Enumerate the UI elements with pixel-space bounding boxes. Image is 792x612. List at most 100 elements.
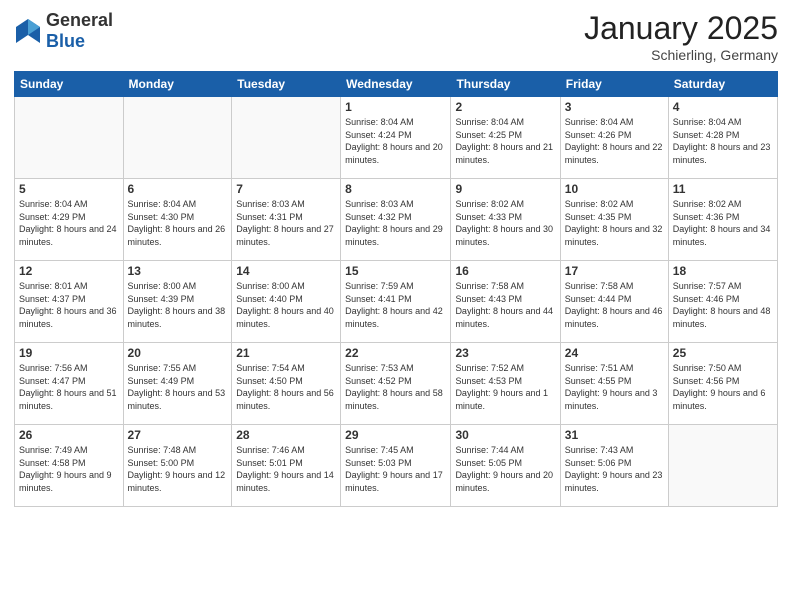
day-info: Sunrise: 7:51 AM Sunset: 4:55 PM Dayligh… bbox=[565, 362, 664, 412]
calendar-day: 1Sunrise: 8:04 AM Sunset: 4:24 PM Daylig… bbox=[341, 97, 451, 179]
day-number: 2 bbox=[455, 100, 555, 114]
day-number: 14 bbox=[236, 264, 336, 278]
calendar-day: 25 Sunrise: 7:50 AM Sunset: 4:56 PM Dayli… bbox=[668, 343, 777, 425]
calendar-day: 6 Sunrise: 8:04 AM Sunset: 4:30 PM Daylig… bbox=[123, 179, 232, 261]
day-info: Sunrise: 8:04 AM Sunset: 4:29 PM Dayligh… bbox=[19, 198, 119, 248]
calendar-day: 31 Sunrise: 7:43 AM Sunset: 5:06 PM Dayli… bbox=[560, 425, 668, 507]
day-info: Sunrise: 8:04 AM Sunset: 4:30 PM Dayligh… bbox=[128, 198, 228, 248]
calendar-week-row: 5 Sunrise: 8:04 AM Sunset: 4:29 PM Daylig… bbox=[15, 179, 778, 261]
calendar-day: 26 Sunrise: 7:49 AM Sunset: 4:58 PM Dayli… bbox=[15, 425, 124, 507]
calendar-day: 24 Sunrise: 7:51 AM Sunset: 4:55 PM Dayli… bbox=[560, 343, 668, 425]
day-info: Sunrise: 7:58 AM Sunset: 4:43 PM Dayligh… bbox=[455, 280, 555, 330]
calendar-day: 15Sunrise: 7:59 AM Sunset: 4:41 PM Dayli… bbox=[341, 261, 451, 343]
day-info: Sunrise: 7:44 AM Sunset: 5:05 PM Dayligh… bbox=[455, 444, 555, 494]
day-info: Sunrise: 7:54 AM Sunset: 4:50 PM Dayligh… bbox=[236, 362, 336, 412]
calendar-day bbox=[668, 425, 777, 507]
calendar-day: 12Sunrise: 8:01 AM Sunset: 4:37 PM Dayli… bbox=[15, 261, 124, 343]
calendar-day: 17 Sunrise: 7:58 AM Sunset: 4:44 PM Dayli… bbox=[560, 261, 668, 343]
logo-blue: Blue bbox=[46, 31, 85, 51]
day-info: Sunrise: 8:00 AM Sunset: 4:40 PM Dayligh… bbox=[236, 280, 336, 330]
calendar-week-row: 26 Sunrise: 7:49 AM Sunset: 4:58 PM Dayli… bbox=[15, 425, 778, 507]
day-info: Sunrise: 8:04 AM Sunset: 4:28 PM Dayligh… bbox=[673, 116, 773, 166]
day-number: 13 bbox=[128, 264, 228, 278]
header-saturday: Saturday bbox=[668, 72, 777, 97]
calendar-day: 5 Sunrise: 8:04 AM Sunset: 4:29 PM Daylig… bbox=[15, 179, 124, 261]
day-info: Sunrise: 8:04 AM Sunset: 4:24 PM Dayligh… bbox=[345, 116, 446, 166]
page-header: General Blue January 2025 Schierling, Ge… bbox=[14, 10, 778, 63]
calendar-day: 3Sunrise: 8:04 AM Sunset: 4:26 PM Daylig… bbox=[560, 97, 668, 179]
header-monday: Monday bbox=[123, 72, 232, 97]
day-number: 17 bbox=[565, 264, 664, 278]
day-number: 27 bbox=[128, 428, 228, 442]
day-info: Sunrise: 7:58 AM Sunset: 4:44 PM Dayligh… bbox=[565, 280, 664, 330]
day-number: 9 bbox=[455, 182, 555, 196]
day-info: Sunrise: 7:49 AM Sunset: 4:58 PM Dayligh… bbox=[19, 444, 119, 494]
day-info: Sunrise: 8:00 AM Sunset: 4:39 PM Dayligh… bbox=[128, 280, 228, 330]
day-number: 8 bbox=[345, 182, 446, 196]
month-year: January 2025 bbox=[584, 10, 778, 47]
header-wednesday: Wednesday bbox=[341, 72, 451, 97]
calendar-day: 27 Sunrise: 7:48 AM Sunset: 5:00 PM Dayli… bbox=[123, 425, 232, 507]
day-number: 26 bbox=[19, 428, 119, 442]
day-info: Sunrise: 7:50 AM Sunset: 4:56 PM Dayligh… bbox=[673, 362, 773, 412]
day-info: Sunrise: 8:02 AM Sunset: 4:35 PM Dayligh… bbox=[565, 198, 664, 248]
day-number: 11 bbox=[673, 182, 773, 196]
day-info: Sunrise: 7:57 AM Sunset: 4:46 PM Dayligh… bbox=[673, 280, 773, 330]
calendar-day bbox=[123, 97, 232, 179]
day-info: Sunrise: 7:48 AM Sunset: 5:00 PM Dayligh… bbox=[128, 444, 228, 494]
calendar-day: 21 Sunrise: 7:54 AM Sunset: 4:50 PM Dayli… bbox=[232, 343, 341, 425]
day-number: 18 bbox=[673, 264, 773, 278]
calendar-day: 2 Sunrise: 8:04 AM Sunset: 4:25 PM Daylig… bbox=[451, 97, 560, 179]
day-number: 5 bbox=[19, 182, 119, 196]
day-info: Sunrise: 7:53 AM Sunset: 4:52 PM Dayligh… bbox=[345, 362, 446, 412]
day-info: Sunrise: 7:52 AM Sunset: 4:53 PM Dayligh… bbox=[455, 362, 555, 412]
calendar-day: 13 Sunrise: 8:00 AM Sunset: 4:39 PM Dayli… bbox=[123, 261, 232, 343]
header-tuesday: Tuesday bbox=[232, 72, 341, 97]
calendar: Sunday Monday Tuesday Wednesday Thursday… bbox=[14, 71, 778, 507]
calendar-day: 16 Sunrise: 7:58 AM Sunset: 4:43 PM Dayli… bbox=[451, 261, 560, 343]
logo-general: General bbox=[46, 10, 113, 30]
day-number: 28 bbox=[236, 428, 336, 442]
day-info: Sunrise: 8:03 AM Sunset: 4:32 PM Dayligh… bbox=[345, 198, 446, 248]
day-info: Sunrise: 8:01 AM Sunset: 4:37 PM Dayligh… bbox=[19, 280, 119, 330]
day-number: 6 bbox=[128, 182, 228, 196]
day-number: 24 bbox=[565, 346, 664, 360]
day-number: 31 bbox=[565, 428, 664, 442]
day-info: Sunrise: 7:45 AM Sunset: 5:03 PM Dayligh… bbox=[345, 444, 446, 494]
weekday-header-row: Sunday Monday Tuesday Wednesday Thursday… bbox=[15, 72, 778, 97]
logo: General Blue bbox=[14, 10, 113, 52]
day-info: Sunrise: 7:43 AM Sunset: 5:06 PM Dayligh… bbox=[565, 444, 664, 494]
day-number: 4 bbox=[673, 100, 773, 114]
logo-icon bbox=[14, 17, 42, 45]
day-info: Sunrise: 7:46 AM Sunset: 5:01 PM Dayligh… bbox=[236, 444, 336, 494]
day-number: 16 bbox=[455, 264, 555, 278]
calendar-day: 23 Sunrise: 7:52 AM Sunset: 4:53 PM Dayli… bbox=[451, 343, 560, 425]
calendar-day: 4 Sunrise: 8:04 AM Sunset: 4:28 PM Daylig… bbox=[668, 97, 777, 179]
calendar-day bbox=[232, 97, 341, 179]
title-block: January 2025 Schierling, Germany bbox=[584, 10, 778, 63]
location: Schierling, Germany bbox=[584, 47, 778, 63]
calendar-day: 20Sunrise: 7:55 AM Sunset: 4:49 PM Dayli… bbox=[123, 343, 232, 425]
day-number: 29 bbox=[345, 428, 446, 442]
calendar-week-row: 19Sunrise: 7:56 AM Sunset: 4:47 PM Dayli… bbox=[15, 343, 778, 425]
calendar-day: 10 Sunrise: 8:02 AM Sunset: 4:35 PM Dayli… bbox=[560, 179, 668, 261]
day-info: Sunrise: 8:02 AM Sunset: 4:33 PM Dayligh… bbox=[455, 198, 555, 248]
calendar-day: 14 Sunrise: 8:00 AM Sunset: 4:40 PM Dayli… bbox=[232, 261, 341, 343]
day-info: Sunrise: 7:55 AM Sunset: 4:49 PM Dayligh… bbox=[128, 362, 228, 412]
day-number: 23 bbox=[455, 346, 555, 360]
calendar-day bbox=[15, 97, 124, 179]
calendar-day: 30 Sunrise: 7:44 AM Sunset: 5:05 PM Dayli… bbox=[451, 425, 560, 507]
day-number: 10 bbox=[565, 182, 664, 196]
calendar-day: 7Sunrise: 8:03 AM Sunset: 4:31 PM Daylig… bbox=[232, 179, 341, 261]
day-info: Sunrise: 8:04 AM Sunset: 4:25 PM Dayligh… bbox=[455, 116, 555, 166]
day-number: 25 bbox=[673, 346, 773, 360]
calendar-week-row: 12Sunrise: 8:01 AM Sunset: 4:37 PM Dayli… bbox=[15, 261, 778, 343]
day-number: 21 bbox=[236, 346, 336, 360]
calendar-day: 29 Sunrise: 7:45 AM Sunset: 5:03 PM Dayli… bbox=[341, 425, 451, 507]
logo-text: General Blue bbox=[46, 10, 113, 52]
header-friday: Friday bbox=[560, 72, 668, 97]
calendar-day: 22Sunrise: 7:53 AM Sunset: 4:52 PM Dayli… bbox=[341, 343, 451, 425]
day-number: 30 bbox=[455, 428, 555, 442]
day-info: Sunrise: 7:56 AM Sunset: 4:47 PM Dayligh… bbox=[19, 362, 119, 412]
day-number: 3 bbox=[565, 100, 664, 114]
